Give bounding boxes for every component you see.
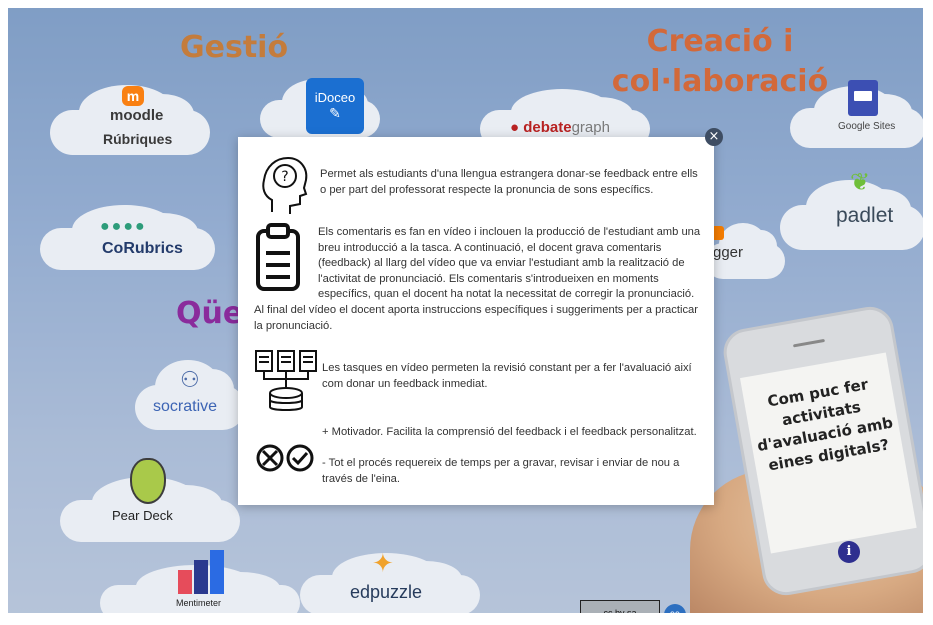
idoceo-logo[interactable]: iDoceo ✎ bbox=[306, 78, 364, 134]
clipboard-icon bbox=[256, 223, 300, 291]
pear-deck-label[interactable]: Pear Deck bbox=[112, 508, 173, 523]
frame-bottom bbox=[0, 613, 933, 625]
moodle-label[interactable]: moodle bbox=[110, 107, 163, 124]
idoceo-pen-icon: ✎ bbox=[329, 105, 341, 121]
mentimeter-bar-1 bbox=[178, 570, 192, 594]
frame-right bbox=[923, 0, 933, 625]
modal-paragraph-1: Permet als estudiants d'una llengua estr… bbox=[320, 168, 698, 196]
modal-paragraph-2b: Al final del vídeo el docent aporta inst… bbox=[254, 304, 699, 332]
heading-creacio-line1: Creació i bbox=[646, 24, 794, 59]
debategraph-prefix: debate bbox=[523, 119, 572, 136]
corubrics-label[interactable]: CoRubrics bbox=[102, 240, 183, 258]
edpuzzle-label[interactable]: edpuzzle bbox=[350, 582, 422, 603]
corubrics-people-icon[interactable]: ●●●● bbox=[100, 218, 147, 236]
pear-deck-icon[interactable] bbox=[130, 458, 166, 504]
info-modal: ? Permet als estudiants d'una llengua es… bbox=[238, 137, 714, 505]
mentimeter-label[interactable]: Mentimeter bbox=[176, 598, 221, 608]
frame-left bbox=[0, 0, 8, 625]
mentimeter-bar-3 bbox=[210, 550, 224, 594]
heading-gestio: Gestió bbox=[180, 30, 289, 65]
debategraph-logo[interactable]: ● debategraph bbox=[510, 119, 610, 136]
socrative-icon[interactable]: ⚇ bbox=[180, 367, 200, 393]
mentimeter-icon[interactable] bbox=[178, 550, 226, 594]
modal-close-button[interactable]: × bbox=[705, 128, 723, 146]
edpuzzle-icon[interactable]: ✦ bbox=[372, 548, 394, 579]
modal-paragraph-2a: Els comentaris es fan en vídeo i incloue… bbox=[318, 226, 701, 300]
frame-top bbox=[0, 0, 933, 8]
docs-to-database-icon bbox=[255, 350, 317, 411]
socrative-label[interactable]: socrative bbox=[153, 398, 217, 416]
debategraph-suffix: graph bbox=[571, 119, 610, 136]
debategraph-icon: ● bbox=[510, 119, 520, 136]
modal-pros: + Motivador. Facilita la comprensió del … bbox=[322, 426, 697, 438]
modal-cons: - Tot el procés requereix de temps per a… bbox=[322, 457, 680, 485]
idoceo-label: iDoceo bbox=[314, 90, 356, 105]
moodle-logo-icon[interactable]: m bbox=[122, 86, 144, 106]
padlet-label[interactable]: padlet bbox=[836, 204, 893, 228]
mentimeter-bar-2 bbox=[194, 560, 208, 594]
google-sites-glyph bbox=[854, 91, 872, 101]
thinking-head-icon: ? bbox=[262, 156, 308, 214]
blogger-label[interactable]: gger bbox=[713, 244, 743, 261]
modal-paragraph-3: Les tasques en vídeo permeten la revisió… bbox=[322, 362, 692, 390]
google-sites-icon[interactable] bbox=[848, 80, 878, 116]
pros-cons-icon bbox=[256, 444, 314, 472]
google-sites-label[interactable]: Google Sites bbox=[838, 121, 895, 132]
infographic-canvas: Gestió Creació i col·laboració Qüe m moo… bbox=[0, 0, 933, 625]
svg-text:?: ? bbox=[281, 169, 288, 185]
rubriques-label[interactable]: Rúbriques bbox=[103, 131, 172, 147]
info-button[interactable]: i bbox=[838, 541, 860, 563]
heading-que: Qüe bbox=[176, 296, 244, 331]
padlet-icon[interactable]: ❦ bbox=[842, 168, 878, 196]
heading-creacio-line2: col·laboració bbox=[611, 64, 829, 99]
heading-creacio: Creació i col·laboració bbox=[605, 22, 835, 102]
